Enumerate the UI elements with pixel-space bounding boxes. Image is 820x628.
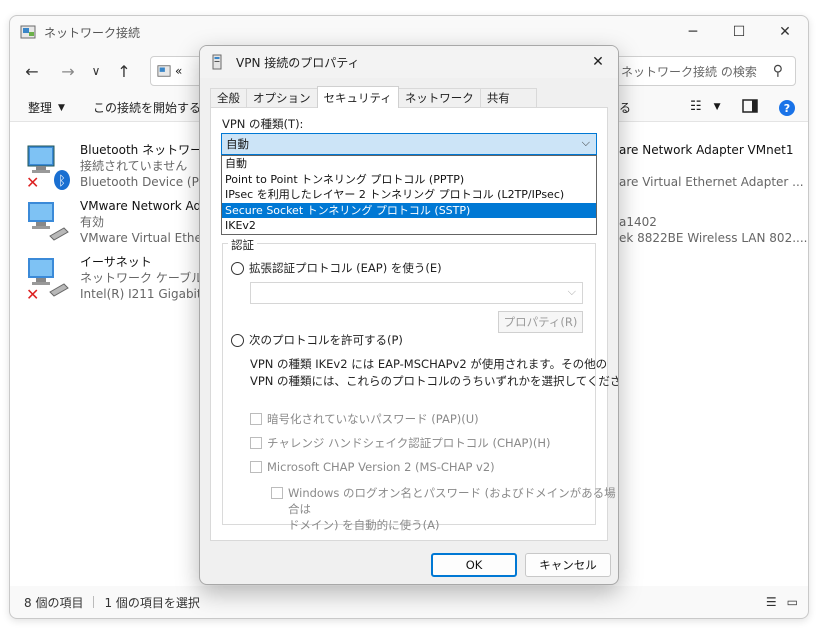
vpn-properties-dialog: VPN 接続のプロパティ ✕ 全般 オプション セキュリティ ネットワーク 共有… (199, 45, 619, 585)
dialog-titlebar: VPN 接続のプロパティ ✕ (200, 46, 618, 78)
status-bar: 8 個の項目 1 個の項目を選択 ☰ ▭ (10, 586, 808, 618)
pap-checkbox[interactable]: 暗号化されていないパスワード (PAP)(U) (250, 411, 479, 427)
windows-logon-label: Windows のログオン名とパスワード (およびドメインがある場合は ドメイン… (288, 486, 616, 532)
chevron-down-icon: ▼ (58, 102, 65, 113)
mschap-label: Microsoft CHAP Version 2 (MS-CHAP v2) (267, 460, 495, 474)
item-count: 8 個の項目 (24, 595, 84, 610)
tab-options[interactable]: オプション (246, 88, 318, 107)
connection-status: a1402 (619, 215, 657, 229)
chevron-down-icon: ⌵ (581, 136, 590, 149)
address-overflow[interactable]: « (175, 64, 182, 78)
windows-logon-checkbox[interactable]: Windows のログオン名とパスワード (およびドメインがある場合は ドメイン… (271, 485, 618, 533)
dropdown-option-sstp[interactable]: Secure Socket トンネリング プロトコル (SSTP) (222, 202, 596, 219)
forward-button[interactable]: → (54, 57, 82, 85)
list-item[interactable]: a1402 ek 8822BE Wireless LAN 802.... (619, 214, 807, 246)
auth-group-title: 認証 (228, 237, 257, 253)
svg-text:✕: ✕ (26, 285, 39, 302)
chevron-down-icon: ⌵ (567, 285, 576, 298)
connection-device: ek 8822BE Wireless LAN 802.... (619, 231, 808, 245)
search-placeholder: ネットワーク接続 の検索 (621, 64, 757, 79)
organize-button[interactable]: 整理 ▼ (28, 99, 65, 116)
command-partial[interactable]: る (619, 99, 631, 116)
search-icon[interactable]: ⚲ (773, 63, 783, 79)
radio-circle (231, 261, 244, 275)
view-layout-icon: ☷ (690, 99, 702, 114)
tab-sharing[interactable]: 共有 (479, 88, 537, 107)
chap-checkbox[interactable]: チャレンジ ハンドシェイク認証プロトコル (CHAP)(H) (250, 435, 551, 451)
ok-button[interactable]: OK (431, 553, 517, 577)
connection-device: are Virtual Ethernet Adapter ... (619, 175, 804, 189)
pap-label: 暗号化されていないパスワード (PAP)(U) (267, 412, 479, 426)
protocol-description: VPN の種類 IKEv2 には EAP-MSCHAPv2 が使用されます。その… (250, 357, 619, 388)
dialog-title: VPN 接続のプロパティ (236, 55, 360, 70)
radio-circle (231, 333, 244, 347)
vpn-type-value: 自動 (226, 137, 249, 151)
network-folder-icon (20, 25, 36, 39)
mschap-checkbox[interactable]: Microsoft CHAP Version 2 (MS-CHAP v2) (250, 459, 495, 475)
back-button[interactable]: ← (18, 57, 46, 85)
dropdown-option-auto[interactable]: 自動 (222, 156, 596, 172)
tab-security[interactable]: セキュリティ (316, 86, 399, 108)
svg-text:?: ? (784, 102, 790, 115)
dropdown-option-ikev2[interactable]: IKEv2 (222, 218, 596, 234)
list-item[interactable]: VMware Network Adap 有効 VMware Virtual Et… (24, 198, 222, 246)
selected-count: 1 個の項目を選択 (104, 595, 200, 610)
cancel-button[interactable]: キャンセル (525, 553, 611, 577)
eap-radio[interactable]: 拡張認証プロトコル (EAP) を使う(E) (231, 260, 442, 276)
chevron-down-icon: ▼ (713, 101, 721, 112)
eap-radio-label: 拡張認証プロトコル (EAP) を使う(E) (249, 261, 442, 275)
close-icon[interactable]: ✕ (762, 16, 808, 48)
tiles-view-icon[interactable]: ▭ (787, 595, 798, 609)
start-connection-button[interactable]: この接続を開始する (93, 99, 201, 116)
dropdown-option-pptp[interactable]: Point to Point トンネリング プロトコル (PPTP) (222, 172, 596, 188)
list-item[interactable]: ✕ ᛒ Bluetooth ネットワーク接 接続されていません Bluetoot… (24, 142, 226, 192)
view-options-button[interactable]: ☷ ▼ (690, 99, 721, 114)
up-button[interactable]: ↑ (110, 57, 138, 85)
minimize-icon[interactable]: ─ (670, 16, 716, 48)
network-folder-icon (157, 65, 171, 77)
tab-general[interactable]: 全般 (210, 88, 247, 107)
allow-protocols-label: 次のプロトコルを許可する(P) (249, 333, 403, 347)
explorer-titlebar: ネットワーク接続 ─ ☐ ✕ (10, 16, 808, 48)
details-view-icon[interactable]: ☰ (766, 595, 777, 609)
list-item[interactable]: are Network Adapter VMnet1 are Virtual E… (619, 142, 804, 190)
eap-method-select[interactable]: ⌵ (250, 282, 583, 304)
bluetooth-network-icon: ✕ ᛒ (24, 142, 72, 192)
svg-text:ᛒ: ᛒ (58, 174, 66, 189)
tab-networking[interactable]: ネットワーク (397, 88, 481, 107)
vpn-type-dropdown: 自動 Point to Point トンネリング プロトコル (PPTP) IP… (221, 155, 597, 235)
allow-protocols-radio[interactable]: 次のプロトコルを許可する(P) (231, 332, 403, 348)
vpn-type-label: VPN の種類(T): (222, 117, 304, 131)
vpn-connection-icon (212, 54, 222, 70)
connection-name: are Network Adapter VMnet1 (619, 143, 794, 157)
help-icon[interactable]: ? (778, 99, 796, 117)
network-adapter-icon (24, 198, 72, 246)
recent-locations-button[interactable]: ∨ (82, 57, 110, 85)
ethernet-icon: ✕ (24, 254, 72, 304)
close-icon[interactable]: ✕ (586, 50, 610, 74)
preview-pane-icon[interactable] (742, 99, 758, 113)
chap-label: チャレンジ ハンドシェイク認証プロトコル (CHAP)(H) (267, 436, 551, 450)
vpn-type-select[interactable]: 自動 ⌵ (221, 133, 597, 155)
explorer-title: ネットワーク接続 (44, 25, 141, 40)
tab-strip: 全般 オプション セキュリティ ネットワーク 共有 (210, 86, 537, 108)
properties-button[interactable]: プロパティ(R) (498, 311, 583, 333)
svg-text:✕: ✕ (26, 173, 39, 190)
maximize-icon[interactable]: ☐ (716, 16, 762, 48)
dropdown-option-l2tp[interactable]: IPsec を利用したレイヤー 2 トンネリング プロトコル (L2TP/IPs… (222, 187, 596, 203)
